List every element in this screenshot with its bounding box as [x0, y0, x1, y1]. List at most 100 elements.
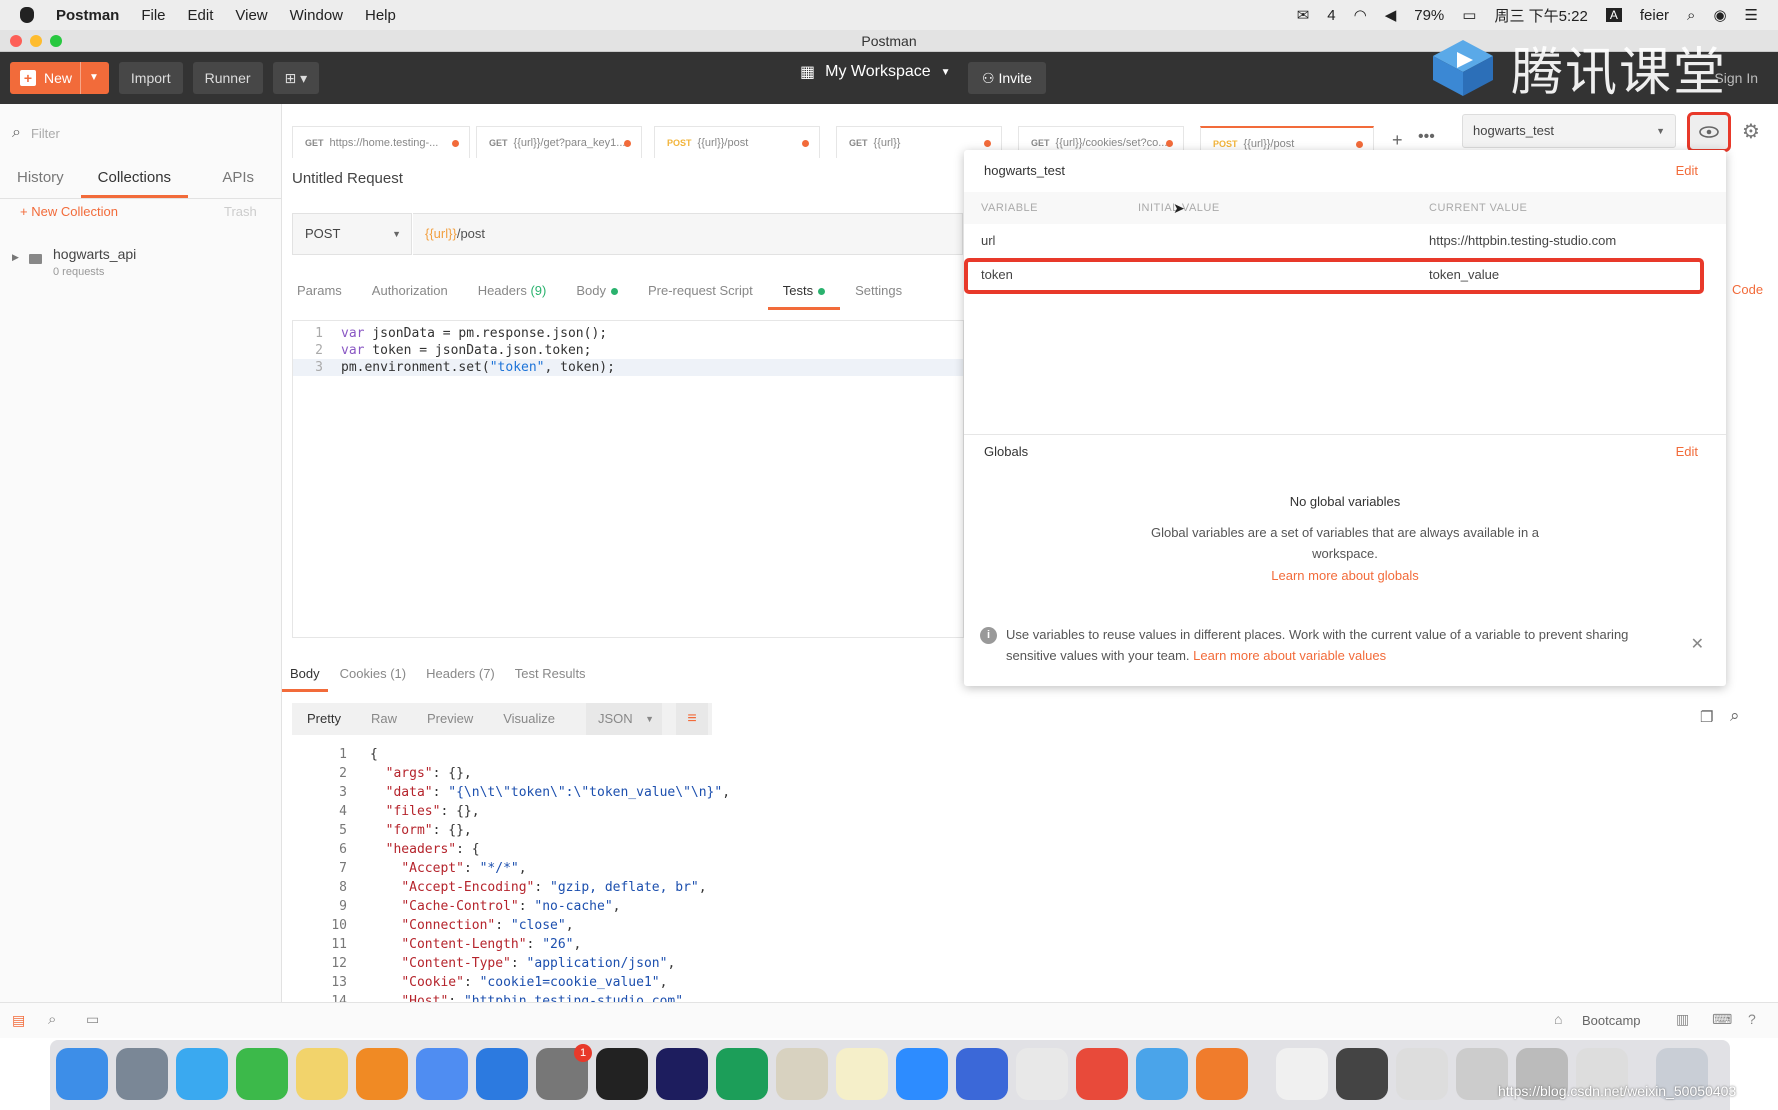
console-icon[interactable]: ▭: [86, 1011, 99, 1028]
xmind-icon[interactable]: [1076, 1048, 1128, 1100]
request-tab[interactable]: GET https://home.testing-...: [292, 126, 470, 158]
notification-center-icon[interactable]: ☰: [1745, 6, 1758, 24]
trash-link[interactable]: Trash: [224, 204, 257, 219]
tab-settings[interactable]: Settings: [840, 276, 917, 310]
launchpad-icon[interactable]: [116, 1048, 168, 1100]
script-editor-icon[interactable]: [776, 1048, 828, 1100]
menu-edit[interactable]: Edit: [188, 7, 214, 24]
request-name[interactable]: Untitled Request: [292, 170, 403, 187]
environment-settings-button[interactable]: ⚙: [1742, 119, 1760, 144]
tab-collections[interactable]: Collections: [80, 159, 189, 198]
close-icon[interactable]: ✕: [1691, 634, 1704, 654]
notes-icon[interactable]: [836, 1048, 888, 1100]
word-icon[interactable]: [956, 1048, 1008, 1100]
request-tab[interactable]: GET {{url}}/get?para_key1...: [476, 126, 642, 158]
keyboard-shortcuts-icon[interactable]: ⌨: [1712, 1011, 1732, 1028]
tab-params[interactable]: Params: [282, 276, 357, 310]
response-format-select[interactable]: JSON ▼: [586, 703, 662, 735]
stickies-icon[interactable]: [296, 1048, 348, 1100]
document-icon[interactable]: [1276, 1048, 1328, 1100]
more-tabs-icon[interactable]: •••: [1418, 128, 1435, 146]
apple-menu-icon[interactable]: [20, 7, 34, 23]
menu-file[interactable]: File: [141, 7, 165, 24]
runner-button[interactable]: Runner: [192, 62, 263, 94]
variable-row[interactable]: url https://httpbin.testing-studio.com: [964, 224, 1726, 258]
pycharm-icon[interactable]: [716, 1048, 768, 1100]
tab-response-body[interactable]: Body: [282, 660, 328, 692]
chevron-down-icon[interactable]: ▼: [80, 62, 99, 94]
bootcamp-icon[interactable]: ⌂: [1554, 1011, 1562, 1027]
edit-environment-link[interactable]: Edit: [1676, 163, 1698, 178]
caret-right-icon[interactable]: ▶: [12, 252, 19, 263]
help-icon[interactable]: ?: [1748, 1011, 1756, 1027]
tab-response-headers[interactable]: Headers (7): [418, 660, 503, 692]
terminal-icon[interactable]: [596, 1048, 648, 1100]
battery-icon[interactable]: ▭: [1462, 6, 1476, 24]
menu-window[interactable]: Window: [290, 7, 343, 24]
edit-globals-link[interactable]: Edit: [1676, 444, 1698, 459]
menu-help[interactable]: Help: [365, 7, 396, 24]
safari-icon[interactable]: [476, 1048, 528, 1100]
import-button[interactable]: Import: [118, 62, 183, 94]
tab-tests[interactable]: Tests: [767, 276, 841, 310]
bootcamp-link[interactable]: Bootcamp: [1582, 1013, 1641, 1028]
raw-button[interactable]: Raw: [356, 703, 412, 735]
postman-icon[interactable]: [1196, 1048, 1248, 1100]
invite-button[interactable]: ⚇ Invite: [968, 62, 1046, 94]
copy-icon[interactable]: ❐: [1700, 708, 1713, 726]
wechat-status-icon[interactable]: ✉: [1297, 6, 1310, 24]
environment-selector[interactable]: hogwarts_test ▼: [1462, 114, 1676, 148]
collection-item[interactable]: ▶ hogwarts_api 0 requests: [0, 232, 281, 284]
code-link[interactable]: Code: [1732, 282, 1763, 297]
menu-app-name[interactable]: Postman: [56, 7, 119, 24]
close-window-icon[interactable]: [10, 35, 22, 47]
zoom-icon[interactable]: [896, 1048, 948, 1100]
preview-button[interactable]: Preview: [412, 703, 488, 735]
tab-prerequest-script[interactable]: Pre-request Script: [633, 276, 768, 310]
sidebar-filter[interactable]: ⌕ Filter: [12, 118, 270, 148]
request-tab[interactable]: POST {{url}}/post: [654, 126, 820, 158]
add-tab-icon[interactable]: +: [1392, 130, 1403, 151]
filter-input[interactable]: Filter: [31, 126, 60, 141]
pretty-button[interactable]: Pretty: [292, 703, 356, 735]
wrap-lines-button[interactable]: ≡: [676, 703, 708, 735]
menubar-user[interactable]: feier: [1640, 7, 1669, 24]
two-pane-view-icon[interactable]: ▥: [1676, 1011, 1689, 1028]
menubar-clock[interactable]: 周三 下午5:22: [1494, 5, 1587, 26]
intellij-idea-icon[interactable]: [656, 1048, 708, 1100]
maximize-window-icon[interactable]: [50, 35, 62, 47]
screenshot-folder-icon[interactable]: [1336, 1048, 1388, 1100]
system-preferences-icon[interactable]: 1: [536, 1044, 592, 1100]
finder-icon[interactable]: [56, 1048, 108, 1100]
menu-view[interactable]: View: [235, 7, 267, 24]
new-window-button[interactable]: ⊞ ▾: [272, 62, 320, 94]
pages-icon[interactable]: [416, 1048, 468, 1100]
new-collection-button[interactable]: + New Collection: [20, 204, 118, 219]
learn-variable-values-link[interactable]: Learn more about variable values: [1193, 648, 1386, 663]
tab-authorization[interactable]: Authorization: [357, 276, 463, 310]
tab-headers[interactable]: Headers (9): [463, 276, 562, 310]
toggle-sidebar-icon[interactable]: ▤: [12, 1012, 25, 1029]
tab-test-results[interactable]: Test Results: [507, 660, 594, 692]
siri-icon[interactable]: ◉: [1713, 6, 1726, 24]
recent-window-icon[interactable]: [1396, 1048, 1448, 1100]
tab-body[interactable]: Body: [561, 276, 633, 310]
url-input[interactable]: {{url}}/post: [413, 213, 963, 255]
sublime-text-icon[interactable]: [356, 1048, 408, 1100]
visualize-button[interactable]: Visualize: [488, 703, 570, 735]
search-icon[interactable]: ⌕: [1730, 706, 1740, 726]
method-select[interactable]: POST ▼: [292, 213, 412, 255]
workspace-selector[interactable]: ▦ My Workspace ▼: [800, 62, 951, 82]
find-icon[interactable]: ⌕: [48, 1011, 56, 1028]
wechat-icon[interactable]: [236, 1048, 288, 1100]
tests-script-editor[interactable]: 1 var jsonData = pm.response.json(); 2 v…: [292, 320, 964, 638]
tab-cookies[interactable]: Cookies (1): [332, 660, 414, 692]
spotlight-search-icon[interactable]: ⌕: [1687, 7, 1695, 24]
learn-globals-link[interactable]: Learn more about globals: [964, 568, 1726, 583]
input-method-icon[interactable]: A: [1605, 8, 1622, 22]
minimize-window-icon[interactable]: [30, 35, 42, 47]
chrome-icon[interactable]: [1016, 1048, 1068, 1100]
tencent-classroom-icon[interactable]: [1136, 1048, 1188, 1100]
response-body-viewer[interactable]: 1{ 2 "args": {}, 3 "data": "{\n\t\"token…: [292, 745, 1752, 1002]
environment-quick-look-button[interactable]: [1687, 112, 1731, 152]
